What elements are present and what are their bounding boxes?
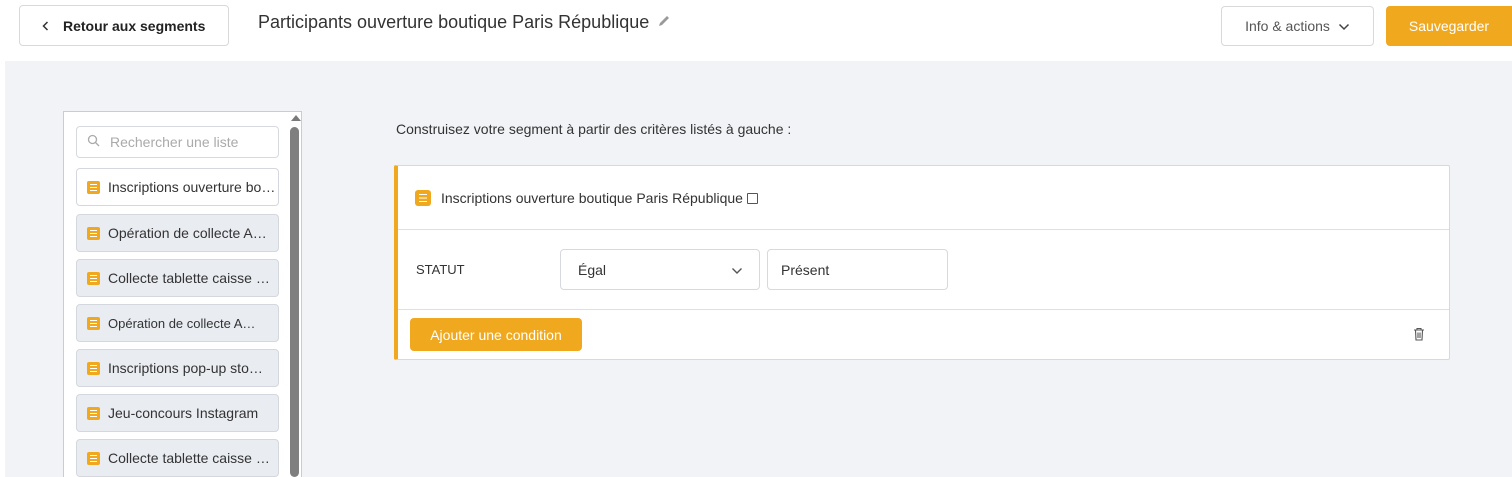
info-actions-dropdown[interactable]: Info & actions: [1221, 6, 1374, 46]
builder-instruction: Construisez votre segment à partir des c…: [396, 121, 792, 137]
criteria-list-name: Inscriptions ouverture boutique Paris Ré…: [441, 190, 758, 206]
chevron-down-icon: [731, 262, 743, 278]
list-icon: [87, 406, 100, 420]
list-sidebar: Rechercher une liste Inscriptions ouvert…: [63, 111, 302, 477]
list-item-label: Inscriptions ouverture boutique Paris Ré…: [108, 179, 278, 195]
trash-icon[interactable]: [1413, 327, 1425, 341]
list-item[interactable]: Inscriptions ouverture boutique Paris Ré…: [76, 168, 279, 206]
list-item-label: Inscriptions pop-up sto…: [108, 360, 263, 376]
condition-field-label: STATUT: [416, 262, 465, 277]
list-item[interactable]: Collecte tablette caisse …: [76, 439, 279, 477]
back-to-segments-button[interactable]: Retour aux segments: [19, 5, 229, 46]
search-placeholder: Rechercher une liste: [110, 134, 239, 150]
back-button-label: Retour aux segments: [63, 17, 206, 34]
external-link-icon[interactable]: [746, 192, 758, 204]
list-item-label: Collecte tablette caisse …: [108, 450, 270, 466]
operator-select[interactable]: Égal: [560, 249, 760, 290]
list-item-label: Jeu-concours Instagram: [108, 405, 259, 421]
list-icon: [87, 226, 100, 240]
list-icon: [87, 271, 100, 285]
list-item-label: Collecte tablette caisse …: [108, 270, 270, 286]
add-condition-button[interactable]: Ajouter une condition: [410, 318, 582, 351]
sidebar-scrollbar[interactable]: [290, 127, 299, 477]
segment-title[interactable]: Participants ouverture boutique Paris Ré…: [258, 12, 671, 33]
operator-value: Égal: [578, 261, 607, 278]
list-icon: [87, 361, 100, 375]
list-item[interactable]: Inscriptions pop-up sto…: [76, 349, 279, 387]
save-button[interactable]: Sauvegarder: [1386, 6, 1512, 46]
chevron-left-icon: [42, 18, 49, 34]
pencil-icon[interactable]: [657, 12, 671, 33]
condition-row: STATUT Égal Présent: [398, 230, 1449, 310]
list-item[interactable]: Collecte tablette caisse …: [76, 259, 279, 297]
list-item[interactable]: Opération de collecte A…: [76, 214, 279, 252]
list-icon: [87, 316, 100, 330]
list-item-label: Opération de collecte A…: [108, 225, 267, 241]
list-item[interactable]: Jeu-concours Instagram: [76, 394, 279, 432]
segment-title-text: Participants ouverture boutique Paris Ré…: [258, 12, 650, 32]
list-icon: [415, 189, 431, 206]
list-icon: [87, 451, 100, 465]
chevron-down-icon: [1338, 18, 1350, 34]
condition-value-input[interactable]: Présent: [767, 249, 948, 290]
scroll-up-arrow[interactable]: [291, 115, 301, 121]
list-item[interactable]: Opération de collecte A…: [76, 304, 279, 342]
list-item-label: Opération de collecte A…: [108, 315, 256, 331]
criteria-list-header: Inscriptions ouverture boutique Paris Ré…: [398, 166, 1449, 230]
criteria-list-name-text: Inscriptions ouverture boutique Paris Ré…: [441, 189, 743, 206]
segment-criteria-card: Inscriptions ouverture boutique Paris Ré…: [394, 165, 1450, 360]
search-input[interactable]: Rechercher une liste: [76, 126, 279, 158]
top-bar: Retour aux segments Participants ouvertu…: [0, 0, 1512, 61]
info-actions-label: Info & actions: [1245, 18, 1330, 34]
list-icon: [87, 180, 100, 194]
search-icon: [87, 134, 100, 150]
